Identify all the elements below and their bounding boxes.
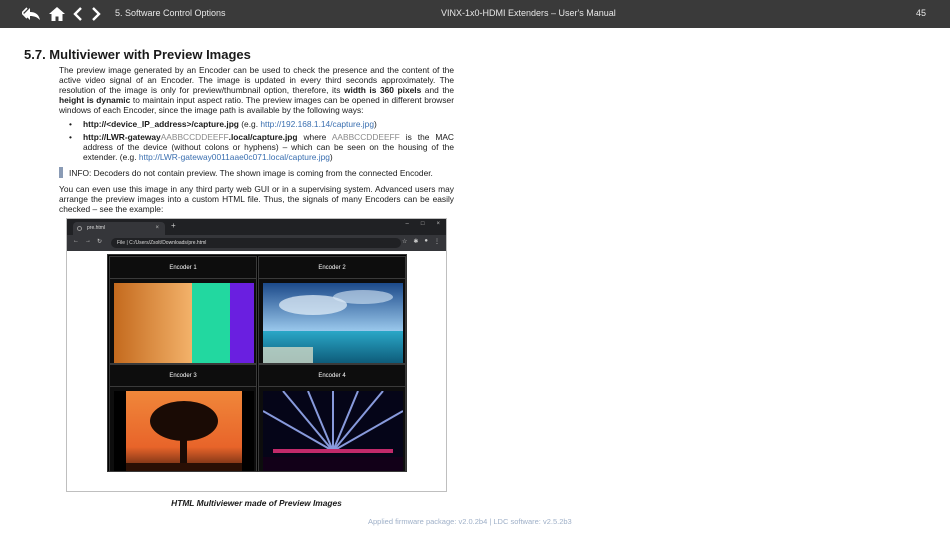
back-return-icon[interactable] xyxy=(22,6,42,22)
encoder-cell: Encoder 1 xyxy=(109,256,257,364)
nav-buttons xyxy=(22,5,102,23)
encoder-label: Encoder 3 xyxy=(110,365,256,387)
sea-and-sky-preview xyxy=(263,283,403,363)
encoder-cell: Encoder 3 xyxy=(109,364,257,472)
reload-icon[interactable]: ↻ xyxy=(97,238,102,245)
encoder-label: Encoder 2 xyxy=(259,257,405,279)
browser-nav: ← → ↻ xyxy=(73,238,102,245)
example-link-ip[interactable]: http://192.168.1.14/capture.jpg xyxy=(260,119,374,129)
example-prefix: (e.g. xyxy=(238,119,261,129)
where-text: where xyxy=(297,132,332,142)
stage-light-show-preview xyxy=(263,391,403,471)
intro-text-mid: and the xyxy=(421,85,454,95)
new-tab-icon[interactable]: + xyxy=(171,221,176,230)
info-note: INFO: Decoders do not contain preview. T… xyxy=(59,167,454,178)
browser-tools: ☆ ✱ ● ⋮ xyxy=(402,238,440,245)
browser-tab-title: pre.html xyxy=(87,225,106,231)
tree-at-sunset-preview xyxy=(114,391,254,471)
forward-arrow-icon[interactable]: → xyxy=(85,238,91,245)
multiviewer-grid: Encoder 1 Encoder 2 Encoder 3 Encoder 4 xyxy=(107,254,407,472)
encoder-label: Encoder 1 xyxy=(110,257,256,279)
intro-bold-height: height is dynamic xyxy=(59,95,131,105)
chevron-right-icon[interactable] xyxy=(90,6,102,22)
capture-path-gateway: http://LWR-gateway xyxy=(83,132,161,142)
extensions-icon[interactable]: ✱ xyxy=(413,238,418,245)
home-icon[interactable] xyxy=(48,6,66,22)
capture-path-suffix: .local/capture.jpg xyxy=(228,132,298,142)
info-text: INFO: Decoders do not contain preview. T… xyxy=(69,168,433,178)
capture-path-ip: http://<device_IP_address>/capture.jpg xyxy=(83,119,239,129)
intro-paragraph: The preview image generated by an Encode… xyxy=(59,65,454,115)
browser-toolbar: ← → ↻ File | C:/Users/Zsolt/Downloads/pr… xyxy=(67,235,446,251)
mac-placeholder: AABBCCDDEEFF xyxy=(331,132,400,142)
star-icon[interactable]: ☆ xyxy=(402,238,407,245)
figure-caption: HTML Multiviewer made of Preview Images xyxy=(171,498,342,508)
intro-bold-width: width is 360 pixels xyxy=(344,85,422,95)
info-marker-bar xyxy=(59,167,63,178)
minimize-icon[interactable]: – xyxy=(406,221,409,227)
back-arrow-icon[interactable]: ← xyxy=(73,238,79,245)
browser-title-bar: pre.html × + – □ × xyxy=(67,219,446,235)
menu-dots-icon[interactable]: ⋮ xyxy=(434,238,440,245)
encoder-cell: Encoder 2 xyxy=(258,256,406,364)
chevron-left-icon[interactable] xyxy=(72,6,84,22)
browser-tab[interactable]: pre.html × xyxy=(73,222,165,235)
list-item: http://<device_IP_address>/capture.jpg (… xyxy=(59,119,454,129)
address-bar[interactable]: File | C:/Users/Zsolt/Downloads/pre.html xyxy=(111,238,401,248)
example-suffix: ) xyxy=(373,119,377,129)
color-bars-preview xyxy=(114,283,254,363)
page-number: 45 xyxy=(915,8,926,18)
profile-icon[interactable]: ● xyxy=(424,238,428,245)
close-window-icon[interactable]: × xyxy=(436,221,440,227)
encoder-cell: Encoder 4 xyxy=(258,364,406,472)
section-title: 5. Software Control Options xyxy=(115,8,226,18)
top-header-bar: 5. Software Control Options VINX-1x0-HDM… xyxy=(0,0,950,28)
example-link-gateway[interactable]: http://LWR-gateway0011aae0c071.local/cap… xyxy=(139,152,330,162)
example-suffix: ) xyxy=(329,152,333,162)
image-path-list: http://<device_IP_address>/capture.jpg (… xyxy=(59,119,454,162)
tab-close-icon[interactable]: × xyxy=(155,222,159,235)
content-body: The preview image generated by an Encode… xyxy=(59,65,454,218)
capture-path-mac: AABBCCDDEEFF xyxy=(160,132,229,142)
footer-version-info: Applied firmware package: v2.0.2b4 | LDC… xyxy=(368,517,572,526)
window-controls: – □ × xyxy=(406,221,440,227)
browser-screenshot-figure: pre.html × + – □ × ← → ↻ File | C:/Users… xyxy=(66,218,447,492)
list-item: http://LWR-gatewayAABBCCDDEEFF.local/cap… xyxy=(59,132,454,162)
globe-icon xyxy=(77,226,82,231)
section-heading: 5.7. Multiviewer with Preview Images xyxy=(24,47,251,62)
document-title: VINX-1x0-HDMI Extenders – User's Manual xyxy=(441,8,616,18)
encoder-label: Encoder 4 xyxy=(259,365,405,387)
usage-paragraph: You can even use this image in any third… xyxy=(59,184,454,214)
maximize-icon[interactable]: □ xyxy=(421,221,425,227)
